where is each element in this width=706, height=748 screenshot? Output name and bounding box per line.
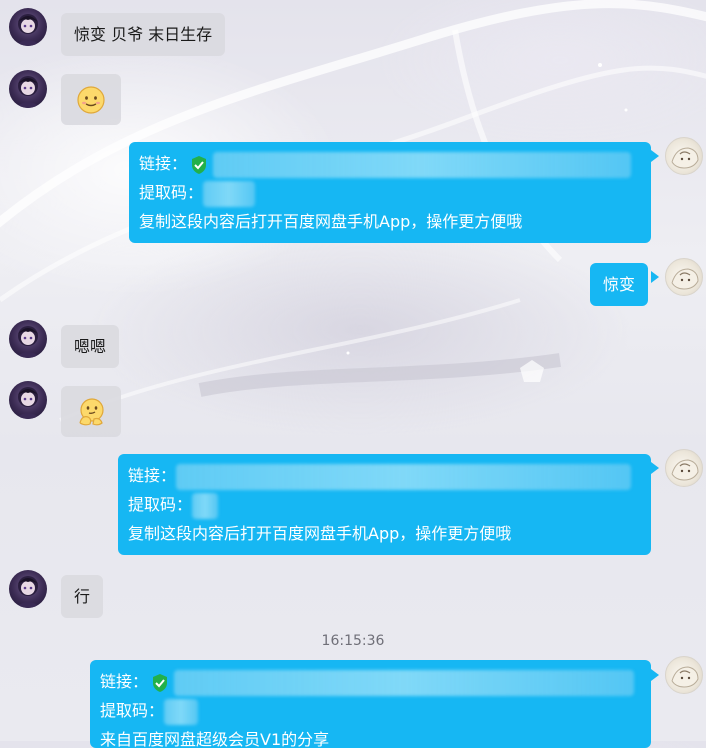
link-line: 链接： <box>128 461 641 490</box>
bubble-tail <box>651 150 659 162</box>
link-label: 链接： <box>128 466 177 485</box>
verified-shield-icon <box>192 155 207 174</box>
message-timestamp: 16:15:36 <box>321 633 385 649</box>
contact-avatar[interactable] <box>9 8 47 46</box>
avatar-light-icon <box>671 268 699 290</box>
code-line: 提取码： <box>128 490 641 519</box>
smiling-face-icon <box>77 85 105 114</box>
redacted-link[interactable] <box>213 151 632 178</box>
code-line: 提取码： <box>100 696 641 725</box>
message-bubble[interactable]: 链接： 提取码： 来自百度网盘超级会员V1的分享 <box>90 660 651 748</box>
contact-avatar[interactable] <box>9 570 47 608</box>
user-avatar[interactable] <box>665 656 703 694</box>
message-text: 惊变 <box>603 275 636 294</box>
message-bubble[interactable]: 链接： 提取码： 复制这段内容后打开百度网盘手机App，操作更方便哦 <box>118 454 651 555</box>
contact-avatar[interactable] <box>9 381 47 419</box>
verified-shield-icon <box>153 673 168 692</box>
message-text: 惊变 贝爷 末日生存 <box>74 25 213 44</box>
share-footer: 复制这段内容后打开百度网盘手机App，操作更方便哦 <box>128 524 512 543</box>
user-avatar[interactable] <box>665 449 703 487</box>
code-label: 提取码： <box>100 701 165 720</box>
user-avatar[interactable] <box>665 137 703 175</box>
redacted-link[interactable] <box>174 669 635 696</box>
avatar-light-icon <box>671 147 699 169</box>
share-footer: 来自百度网盘超级会员V1的分享 <box>100 730 330 748</box>
bubble-tail <box>651 462 659 474</box>
contact-avatar[interactable] <box>9 320 47 358</box>
bubble-tail <box>651 669 659 681</box>
link-line: 链接： <box>139 149 641 178</box>
avatar-dark-icon <box>15 387 41 419</box>
message-bubble[interactable]: 行 <box>61 575 104 618</box>
avatar-dark-icon <box>15 576 41 608</box>
message-bubble[interactable]: 惊变 <box>590 263 649 306</box>
redacted-code[interactable] <box>203 180 256 207</box>
link-line: 链接： <box>100 667 641 696</box>
bubble-tail <box>651 271 659 283</box>
redacted-code[interactable] <box>164 698 199 725</box>
avatar-dark-icon <box>15 14 41 46</box>
thinking-face-icon <box>79 397 104 425</box>
share-footer: 复制这段内容后打开百度网盘手机App，操作更方便哦 <box>139 212 523 231</box>
message-text: 嗯嗯 <box>74 337 107 356</box>
redacted-code[interactable] <box>192 492 219 519</box>
link-label: 链接： <box>100 672 149 691</box>
message-bubble[interactable]: 惊变 贝爷 末日生存 <box>61 13 226 56</box>
avatar-dark-icon <box>15 76 41 108</box>
code-label: 提取码： <box>139 183 204 202</box>
redacted-link[interactable] <box>176 463 632 490</box>
message-text: 行 <box>74 587 91 606</box>
code-label: 提取码： <box>128 495 193 514</box>
message-bubble[interactable]: 嗯嗯 <box>61 325 120 368</box>
avatar-light-icon <box>671 666 699 688</box>
message-bubble[interactable]: 链接： 提取码： 复制这段内容后打开百度网盘手机App，操作更方便哦 <box>129 142 651 243</box>
message-bubble[interactable] <box>61 386 121 437</box>
link-label: 链接： <box>139 154 188 173</box>
contact-avatar[interactable] <box>9 70 47 108</box>
avatar-dark-icon <box>15 326 41 358</box>
avatar-light-icon <box>671 459 699 481</box>
user-avatar[interactable] <box>665 258 703 296</box>
message-bubble[interactable] <box>61 74 121 125</box>
code-line: 提取码： <box>139 178 641 207</box>
